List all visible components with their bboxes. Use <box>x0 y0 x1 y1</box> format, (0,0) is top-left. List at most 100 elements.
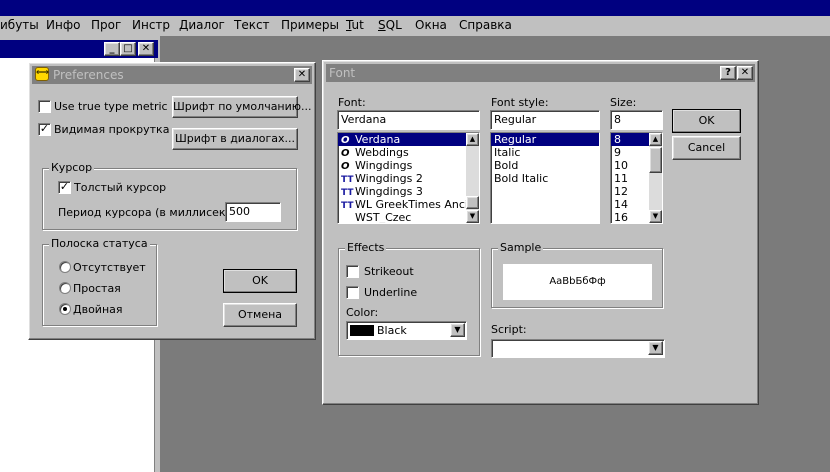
chevron-down-icon[interactable]: ▼ <box>648 341 663 355</box>
minimize-button[interactable]: _ <box>104 42 120 56</box>
font-name: Wingdings <box>355 159 413 172</box>
effects-group-label: Effects <box>345 241 387 254</box>
list-item[interactable]: Bold <box>491 159 599 172</box>
font-dialog-title: Font <box>329 66 356 80</box>
visible-scroll-label: Видимая прокрутка <box>54 123 170 136</box>
menu-prog[interactable]: Прог <box>91 18 121 32</box>
list-item[interactable]: O Verdana <box>338 133 479 146</box>
use-true-type-checkbox[interactable] <box>38 100 51 113</box>
strikeout-checkbox[interactable] <box>346 265 359 278</box>
sample-group-label: Sample <box>498 241 544 254</box>
font-name-list[interactable]: O Verdana O Webdings O Wingdings TT Wingding… <box>337 132 480 224</box>
list-item[interactable]: Regular <box>491 133 599 146</box>
default-font-button[interactable]: Шрифт по умолчанию... <box>172 96 312 118</box>
preferences-title-bar: ⟺ Preferences ✕ <box>32 66 312 84</box>
preferences-title: Preferences <box>53 68 124 82</box>
color-select[interactable]: Black ▼ <box>346 321 467 340</box>
size-list[interactable]: 8 9 10 11 12 14 16 ▲ ▼ <box>610 132 663 224</box>
cursor-group-label: Курсор <box>49 161 95 174</box>
sample-group: Sample AaBbБбФф <box>491 241 663 308</box>
size-input[interactable]: 8 <box>610 110 663 130</box>
cursor-period-input[interactable]: 500 <box>225 202 281 222</box>
menu-text[interactable]: Текст <box>234 18 270 32</box>
menu-attributes[interactable]: ибуты <box>0 18 39 32</box>
font-dialog: Font ? ✕ Font: Verdana O Verdana O Webding… <box>322 60 759 405</box>
effects-group: Effects Strikeout Underline Color: Black… <box>338 241 480 356</box>
font-name-input[interactable]: Verdana <box>337 110 480 130</box>
menu-dialog[interactable]: Диалог <box>179 18 225 32</box>
underline-label: Underline <box>364 286 418 299</box>
preferences-app-icon: ⟺ <box>35 67 49 81</box>
status-bar-group: Полоска статуса Отсутствует Простая Двой… <box>42 237 157 326</box>
list-item[interactable]: O Wingdings <box>338 159 479 172</box>
scroll-down-icon[interactable]: ▼ <box>649 210 662 223</box>
font-name: Wingdings 2 <box>355 172 423 185</box>
status-double-label: Двойная <box>73 303 123 316</box>
chevron-down-icon[interactable]: ▼ <box>450 323 465 337</box>
thick-cursor-checkbox[interactable]: ✓ <box>58 181 71 194</box>
dialog-font-button[interactable]: Шрифт в диалогах... <box>172 128 298 150</box>
color-value: Black <box>377 324 407 337</box>
menu-bar: ибуты Инфо Прог Инстр Диалог Текст Приме… <box>0 16 830 36</box>
sample-preview: AaBbБбФф <box>503 264 652 300</box>
color-label: Color: <box>346 306 379 319</box>
menu-help[interactable]: Справка <box>459 18 512 32</box>
font-list-scrollbar[interactable]: ▲ ▼ <box>466 133 479 223</box>
menu-sql[interactable]: SQL <box>378 18 402 32</box>
font-style-input[interactable]: Regular <box>490 110 600 130</box>
use-true-type-label: Use true type metric <box>54 100 168 113</box>
strikeout-label: Strikeout <box>364 265 414 278</box>
list-item[interactable]: TT WL GreekTimes Ancie <box>338 198 479 211</box>
status-simple-label: Простая <box>73 282 121 295</box>
status-double-radio[interactable] <box>59 303 71 315</box>
status-none-label: Отсутствует <box>73 261 146 274</box>
font-title-bar: Font ? ✕ <box>326 64 755 82</box>
child-window-title-bar: _ □ ✕ <box>0 40 158 58</box>
status-bar-group-label: Полоска статуса <box>49 237 150 250</box>
visible-scroll-checkbox[interactable]: ✓ <box>38 123 51 136</box>
script-label: Script: <box>491 323 527 336</box>
font-name: Webdings <box>355 146 409 159</box>
status-simple-radio[interactable] <box>59 282 71 294</box>
font-name: WST_Czec <box>355 211 412 224</box>
menu-windows[interactable]: Окна <box>415 18 447 32</box>
script-select[interactable]: ▼ <box>491 339 665 358</box>
font-name: Verdana <box>355 133 401 146</box>
thick-cursor-label: Толстый курсор <box>74 181 167 194</box>
list-item[interactable]: Bold Italic <box>491 172 599 185</box>
scroll-thumb[interactable] <box>649 147 662 173</box>
scroll-up-icon[interactable]: ▲ <box>466 133 479 146</box>
scroll-thumb[interactable] <box>466 196 479 209</box>
font-name: WL GreekTimes Ancie <box>355 198 475 211</box>
menu-tools[interactable]: Инстр <box>132 18 170 32</box>
list-item[interactable]: Italic <box>491 146 599 159</box>
list-item[interactable]: WST_Czec <box>338 211 479 224</box>
status-none-radio[interactable] <box>59 261 71 273</box>
list-item[interactable]: O Webdings <box>338 146 479 159</box>
cursor-group: Курсор ✓ Толстый курсор Период курсора (… <box>42 161 297 230</box>
menu-info[interactable]: Инфо <box>46 18 80 32</box>
close-button[interactable]: ✕ <box>138 42 154 56</box>
menu-examples[interactable]: Примеры <box>281 18 339 32</box>
cancel-button[interactable]: Отмена <box>223 303 297 327</box>
menu-tut[interactable]: Tut <box>346 18 364 32</box>
font-style-list[interactable]: Regular Italic Bold Bold Italic <box>490 132 600 224</box>
font-label: Font: <box>338 96 366 109</box>
size-label: Size: <box>610 96 637 109</box>
help-icon[interactable]: ? <box>720 66 736 80</box>
underline-checkbox[interactable] <box>346 286 359 299</box>
close-icon[interactable]: ✕ <box>294 68 310 82</box>
list-item[interactable]: TT Wingdings 2 <box>338 172 479 185</box>
size-list-scrollbar[interactable]: ▲ ▼ <box>649 133 662 223</box>
font-ok-button[interactable]: OK <box>672 109 741 133</box>
app-title-bar <box>0 0 830 16</box>
list-item[interactable]: TT Wingdings 3 <box>338 185 479 198</box>
maximize-button[interactable]: □ <box>120 42 136 56</box>
preferences-dialog: ⟺ Preferences ✕ Use true type metric ✓ В… <box>28 62 316 340</box>
scroll-down-icon[interactable]: ▼ <box>466 210 479 223</box>
ok-button[interactable]: OK <box>223 269 297 293</box>
close-icon[interactable]: ✕ <box>737 66 753 80</box>
font-style-label: Font style: <box>491 96 549 109</box>
scroll-up-icon[interactable]: ▲ <box>649 133 662 146</box>
font-cancel-button[interactable]: Cancel <box>672 136 741 160</box>
